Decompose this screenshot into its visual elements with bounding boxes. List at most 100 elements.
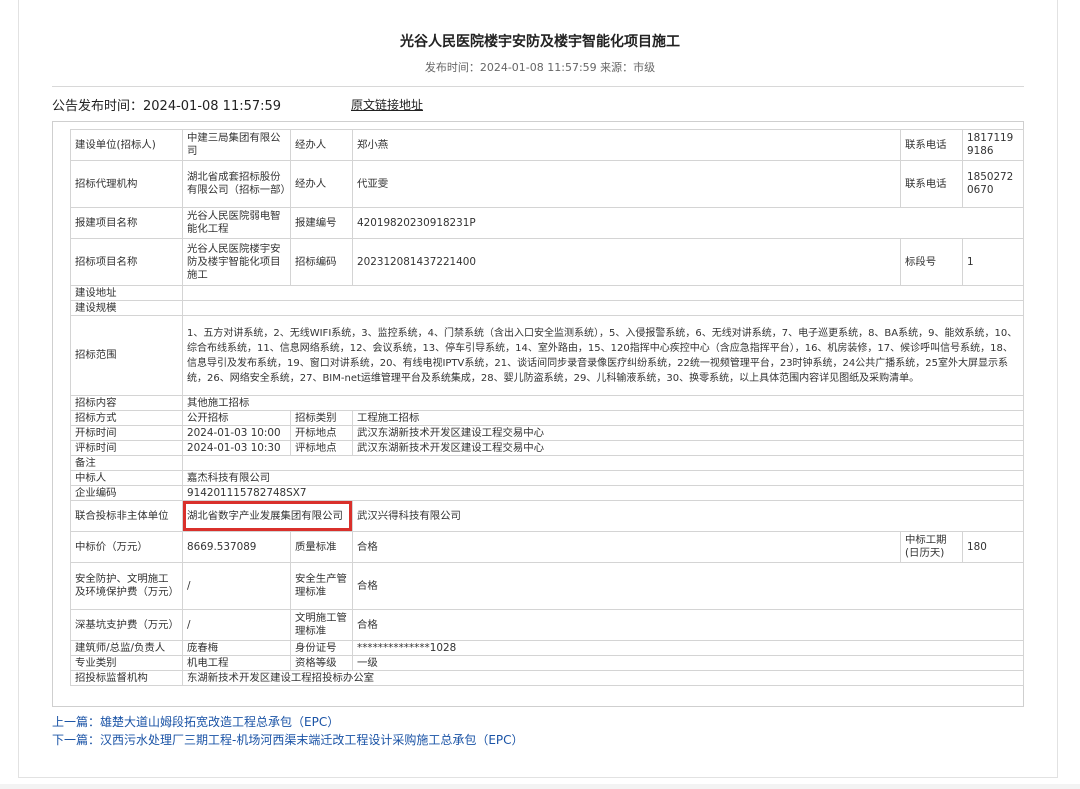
- field-label: 建筑师/总监/负责人: [70, 640, 183, 656]
- field-label: 资格等级: [290, 655, 353, 671]
- field-value: 一级: [352, 655, 1024, 671]
- field-value: 庞春梅: [182, 640, 291, 656]
- source-link[interactable]: 原文链接地址: [351, 96, 423, 113]
- prev-article-link[interactable]: 上一篇：雄楚大道山姆段拓宽改造工程总承包（EPC）: [52, 713, 339, 730]
- field-label: 中标价（万元）: [70, 531, 183, 563]
- field-label: 报建项目名称: [70, 207, 183, 239]
- table-row: 招投标监督机构 东湖新技术开发区建设工程招投标办公室: [70, 670, 1024, 686]
- field-value: 武汉东湖新技术开发区建设工程交易中心: [352, 425, 1024, 441]
- table-row: 招标项目名称 光谷人民医院楼宇安防及楼宇智能化项目施工 招标编码 2023120…: [70, 238, 1024, 286]
- field-value: 8669.537089: [182, 531, 291, 563]
- field-label: 招标范围: [70, 315, 183, 396]
- field-label: 深基坑支护费（万元）: [70, 609, 183, 641]
- field-value: [182, 455, 1024, 471]
- field-value: 18502720670: [962, 160, 1024, 208]
- publish-meta: 发布时间：2024-01-08 11:57:59 来源：市级: [424, 61, 656, 74]
- field-label: 评标地点: [290, 440, 353, 456]
- table-row: 招标代理机构 湖北省成套招标股份有限公司（招标一部） 经办人 代亚雯 联系电话 …: [70, 160, 1024, 208]
- next-article-link[interactable]: 下一篇：汉西污水处理厂三期工程-机场河西渠末端迁改工程设计采购施工总承包（EPC…: [52, 731, 524, 748]
- field-value: 嘉杰科技有限公司: [182, 470, 1024, 486]
- field-label: 报建编号: [290, 207, 353, 239]
- field-label: 联系电话: [900, 129, 963, 161]
- field-value: [182, 285, 1024, 301]
- field-value: 914201115782748SX7: [182, 485, 1024, 501]
- field-value: 武汉东湖新技术开发区建设工程交易中心: [352, 440, 1024, 456]
- field-label: 建设地址: [70, 285, 183, 301]
- field-value: /: [182, 562, 291, 610]
- info-table: 建设单位(招标人) 中建三局集团有限公司 经办人 郑小燕 联系电话 181711…: [70, 129, 1024, 686]
- field-label: 联系电话: [900, 160, 963, 208]
- field-label: 安全生产管理标准: [290, 562, 353, 610]
- field-label: 标段号: [900, 238, 963, 286]
- table-row: 评标时间 2024-01-03 10:30 评标地点 武汉东湖新技术开发区建设工…: [70, 440, 1024, 456]
- table-row: 建筑师/总监/负责人 庞春梅 身份证号 **************1028: [70, 640, 1024, 656]
- field-label: 评标时间: [70, 440, 183, 456]
- field-value: 工程施工招标: [352, 410, 1024, 426]
- table-row: 中标价（万元） 8669.537089 质量标准 合格 中标工期(日历天) 18…: [70, 531, 1024, 563]
- field-value: 中建三局集团有限公司: [182, 129, 291, 161]
- field-label: 招标编码: [290, 238, 353, 286]
- field-label: 招投标监督机构: [70, 670, 183, 686]
- field-value: 其他施工招标: [182, 395, 1024, 411]
- field-value: 42019820230918231P: [352, 207, 1024, 239]
- page-title: 光谷人民医院楼宇安防及楼宇智能化项目施工: [400, 34, 680, 50]
- field-label: 联合投标非主体单位: [70, 500, 183, 532]
- field-label: 开标地点: [290, 425, 353, 441]
- divider: [52, 86, 1024, 87]
- field-value: 光谷人民医院楼宇安防及楼宇智能化项目施工: [182, 238, 291, 286]
- field-value: 2024-01-03 10:30: [182, 440, 291, 456]
- field-value: 代亚雯: [352, 160, 901, 208]
- field-value: 湖北省成套招标股份有限公司（招标一部）: [182, 160, 291, 208]
- table-row: 建设单位(招标人) 中建三局集团有限公司 经办人 郑小燕 联系电话 181711…: [70, 129, 1024, 161]
- field-label: 建设规模: [70, 300, 183, 316]
- field-label: 安全防护、文明施工及环境保护费（万元）: [70, 562, 183, 610]
- bottom-bar: [0, 784, 1080, 789]
- table-row: 报建项目名称 光谷人民医院弱电智能化工程 报建编号 42019820230918…: [70, 207, 1024, 239]
- field-label: 经办人: [290, 129, 353, 161]
- field-label: 企业编码: [70, 485, 183, 501]
- table-row: 备注: [70, 455, 1024, 471]
- field-label: 质量标准: [290, 531, 353, 563]
- field-value: 1: [962, 238, 1024, 286]
- field-value: [182, 300, 1024, 316]
- field-value: 合格: [352, 562, 1024, 610]
- table-row: 招标内容 其他施工招标: [70, 395, 1024, 411]
- field-value: 1、五方对讲系统，2、无线WIFI系统，3、监控系统，4、门禁系统（含出入口安全…: [182, 315, 1024, 396]
- info-panel: 建设单位(招标人) 中建三局集团有限公司 经办人 郑小燕 联系电话 181711…: [52, 121, 1024, 707]
- field-value: 合格: [352, 609, 1024, 641]
- field-value: 机电工程: [182, 655, 291, 671]
- field-label: 招标内容: [70, 395, 183, 411]
- field-label: 招标方式: [70, 410, 183, 426]
- field-label: 经办人: [290, 160, 353, 208]
- field-value: 202312081437221400: [352, 238, 901, 286]
- field-label: 招标类别: [290, 410, 353, 426]
- field-label: 专业类别: [70, 655, 183, 671]
- table-row: 中标人 嘉杰科技有限公司: [70, 470, 1024, 486]
- table-row: 专业类别 机电工程 资格等级 一级: [70, 655, 1024, 671]
- table-row: 建设地址: [70, 285, 1024, 301]
- field-value: 2024-01-03 10:00: [182, 425, 291, 441]
- table-row: 深基坑支护费（万元） / 文明施工管理标准 合格: [70, 609, 1024, 641]
- field-value: 180: [962, 531, 1024, 563]
- table-row: 开标时间 2024-01-03 10:00 开标地点 武汉东湖新技术开发区建设工…: [70, 425, 1024, 441]
- field-label: 备注: [70, 455, 183, 471]
- announcement-time: 公告发布时间：2024-01-08 11:57:59: [52, 99, 282, 114]
- field-value: 18171199186: [962, 129, 1024, 161]
- field-value: /: [182, 609, 291, 641]
- field-value: 公开招标: [182, 410, 291, 426]
- field-label: 开标时间: [70, 425, 183, 441]
- field-label: 身份证号: [290, 640, 353, 656]
- field-value: 武汉兴得科技有限公司: [352, 500, 1024, 532]
- field-value: **************1028: [352, 640, 1024, 656]
- table-row: 安全防护、文明施工及环境保护费（万元） / 安全生产管理标准 合格: [70, 562, 1024, 610]
- field-label: 招标项目名称: [70, 238, 183, 286]
- field-value: 光谷人民医院弱电智能化工程: [182, 207, 291, 239]
- field-value: 东湖新技术开发区建设工程招投标办公室: [182, 670, 1024, 686]
- highlighted-joint-bidder: 湖北省数字产业发展集团有限公司: [182, 500, 353, 532]
- field-label: 文明施工管理标准: [290, 609, 353, 641]
- table-row: 招标方式 公开招标 招标类别 工程施工招标: [70, 410, 1024, 426]
- field-label: 中标人: [70, 470, 183, 486]
- field-label: 中标工期(日历天): [900, 531, 963, 563]
- field-label: 招标代理机构: [70, 160, 183, 208]
- table-row: 企业编码 914201115782748SX7: [70, 485, 1024, 501]
